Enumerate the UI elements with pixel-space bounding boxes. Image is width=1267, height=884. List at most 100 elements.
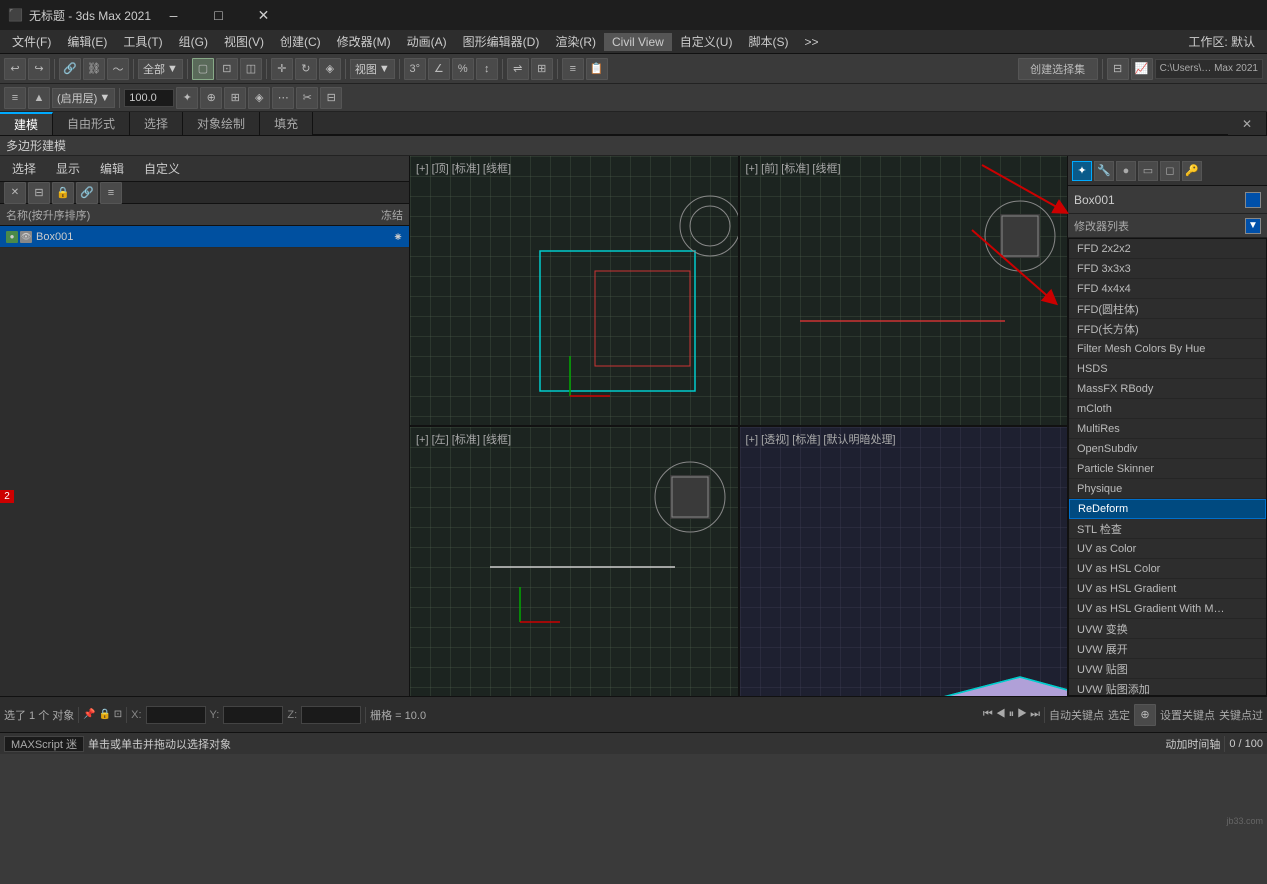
- menu-graph-editor[interactable]: 图形编辑器(D): [455, 31, 548, 52]
- x-input[interactable]: [146, 706, 206, 724]
- scale-button[interactable]: ◈: [319, 58, 341, 80]
- tab-selection[interactable]: 选择: [130, 112, 183, 135]
- modifier-item-2[interactable]: FFD 4x4x4: [1069, 279, 1266, 299]
- object-color-swatch[interactable]: [1245, 192, 1261, 208]
- panel-icon-link[interactable]: 🔗: [76, 182, 98, 204]
- align-button[interactable]: ⊞: [531, 58, 553, 80]
- menu-tools[interactable]: 工具(T): [115, 31, 170, 52]
- tab-object-paint[interactable]: 对象绘制: [183, 112, 260, 135]
- menu-render[interactable]: 渲染(R): [547, 31, 604, 52]
- viewport-left[interactable]: [+] [左] [标准] [线框]: [410, 427, 738, 696]
- panel-icon-lock[interactable]: 🔒: [52, 182, 74, 204]
- menu-view[interactable]: 视图(V): [216, 31, 272, 52]
- modifier-item-1[interactable]: FFD 3x3x3: [1069, 259, 1266, 279]
- layer-icon2[interactable]: ▲: [28, 87, 50, 109]
- workspace-selector[interactable]: 工作区: 默认: [1180, 31, 1263, 52]
- layers-button[interactable]: ≡: [562, 58, 584, 80]
- rotate-button[interactable]: ↻: [295, 58, 317, 80]
- menu-create[interactable]: 创建(C): [272, 31, 329, 52]
- panel-tab-edit[interactable]: 编辑: [92, 158, 132, 179]
- maximize-button[interactable]: □: [196, 0, 241, 30]
- menu-script[interactable]: 脚本(S): [740, 31, 796, 52]
- menu-modifier[interactable]: 修改器(M): [329, 31, 399, 52]
- t2-btn4[interactable]: ◈: [248, 87, 270, 109]
- tab-close[interactable]: ✕: [1228, 112, 1267, 135]
- panel-tab-display[interactable]: 显示: [48, 158, 88, 179]
- t2-btn5[interactable]: ⋯: [272, 87, 294, 109]
- menu-file[interactable]: 文件(F): [4, 31, 59, 52]
- modifier-item-9[interactable]: MultiRes: [1069, 419, 1266, 439]
- unlink-button[interactable]: ⛓: [83, 58, 105, 80]
- viewport-front[interactable]: [+] [前] [标准] [线框]: [740, 156, 1068, 425]
- redo-button[interactable]: ↪: [28, 58, 50, 80]
- modifier-item-6[interactable]: HSDS: [1069, 359, 1266, 379]
- modifier-item-21[interactable]: UVW 贴图: [1069, 659, 1266, 679]
- move-button[interactable]: ✛: [271, 58, 293, 80]
- y-input[interactable]: [223, 706, 283, 724]
- selection-filter-dropdown[interactable]: 全部 ▼: [138, 59, 183, 79]
- mirror-button[interactable]: ⇌: [507, 58, 529, 80]
- menu-customize[interactable]: 自定义(U): [672, 31, 741, 52]
- menu-edit[interactable]: 编辑(E): [59, 31, 115, 52]
- modifier-item-7[interactable]: MassFX RBody: [1069, 379, 1266, 399]
- panel-tab-customize[interactable]: 自定义: [136, 158, 188, 179]
- snap-3d-button[interactable]: 3°: [404, 58, 426, 80]
- menu-group[interactable]: 组(G): [171, 31, 216, 52]
- create-tab-icon[interactable]: ✦: [1072, 161, 1092, 181]
- panel-icon-x[interactable]: ✕: [4, 182, 26, 204]
- list-item[interactable]: ● 👁 Box001 ⁕: [0, 226, 409, 248]
- modifier-item-15[interactable]: UV as Color: [1069, 539, 1266, 559]
- panel-icon-filter[interactable]: ⊟: [28, 182, 50, 204]
- tab-modeling[interactable]: 建模: [0, 112, 53, 135]
- menu-animation[interactable]: 动画(A): [399, 31, 455, 52]
- modifier-item-20[interactable]: UVW 展开: [1069, 639, 1266, 659]
- tab-populate[interactable]: 填充: [260, 112, 313, 135]
- t2-btn1[interactable]: ✦: [176, 87, 198, 109]
- schematic-button[interactable]: ⊟: [1107, 58, 1129, 80]
- modifier-item-0[interactable]: FFD 2x2x2: [1069, 239, 1266, 259]
- undo-button[interactable]: ↩: [4, 58, 26, 80]
- modifier-item-16[interactable]: UV as HSL Color: [1069, 559, 1266, 579]
- value-display[interactable]: 100.0: [124, 89, 174, 107]
- panel-icon-layers[interactable]: ≡: [100, 182, 122, 204]
- modifier-item-19[interactable]: UVW 变换: [1069, 619, 1266, 639]
- modifier-dropdown-button[interactable]: ▼: [1245, 218, 1261, 234]
- curve-editor-button[interactable]: 📈: [1131, 58, 1153, 80]
- modifier-item-8[interactable]: mCloth: [1069, 399, 1266, 419]
- window-crossing-button[interactable]: ◫: [240, 58, 262, 80]
- panel-tab-select[interactable]: 选择: [4, 158, 44, 179]
- menu-civil-view[interactable]: Civil View: [604, 33, 672, 51]
- close-button[interactable]: ✕: [241, 0, 286, 30]
- hierarchy-tab-icon[interactable]: ●: [1116, 161, 1136, 181]
- modifier-item-10[interactable]: OpenSubdiv: [1069, 439, 1266, 459]
- layer-icon[interactable]: ≡: [4, 87, 26, 109]
- modifier-item-5[interactable]: Filter Mesh Colors By Hue: [1069, 339, 1266, 359]
- modifier-item-12[interactable]: Physique: [1069, 479, 1266, 499]
- modifier-item-14[interactable]: STL 检查: [1069, 519, 1266, 539]
- modifier-item-11[interactable]: Particle Skinner: [1069, 459, 1266, 479]
- utilities-tab-icon[interactable]: 🔑: [1182, 161, 1202, 181]
- t2-btn6[interactable]: ✂: [296, 87, 318, 109]
- modifier-item-18[interactable]: UV as HSL Gradient With M…: [1069, 599, 1266, 619]
- modifier-item-22[interactable]: UVW 贴图添加: [1069, 679, 1266, 696]
- modifier-item-3[interactable]: FFD(圆柱体): [1069, 299, 1266, 319]
- modifier-item-13[interactable]: ReDeform: [1069, 499, 1266, 519]
- layer-dropdown[interactable]: (启用层) ▼: [52, 88, 115, 108]
- select-object-button[interactable]: ▢: [192, 58, 214, 80]
- angle-snap-button[interactable]: ∠: [428, 58, 450, 80]
- t2-btn7[interactable]: ⊟: [320, 87, 342, 109]
- t2-btn2[interactable]: ⊕: [200, 87, 222, 109]
- z-input[interactable]: [301, 706, 361, 724]
- modifier-item-4[interactable]: FFD(长方体): [1069, 319, 1266, 339]
- t2-btn3[interactable]: ⊞: [224, 87, 246, 109]
- link-button[interactable]: 🔗: [59, 58, 81, 80]
- motion-tab-icon[interactable]: ▭: [1138, 161, 1158, 181]
- minimize-button[interactable]: –: [151, 0, 196, 30]
- modify-tab-icon[interactable]: 🔧: [1094, 161, 1114, 181]
- maxscript-button[interactable]: MAXScript 迷: [4, 736, 84, 752]
- add-time-button[interactable]: ⊕: [1134, 704, 1156, 726]
- modifier-item-17[interactable]: UV as HSL Gradient: [1069, 579, 1266, 599]
- viewport-perspective[interactable]: [+] [透视] [标准] [默认明暗处理]: [740, 427, 1068, 696]
- display-tab-icon[interactable]: ◻: [1160, 161, 1180, 181]
- tab-freeform[interactable]: 自由形式: [53, 112, 130, 135]
